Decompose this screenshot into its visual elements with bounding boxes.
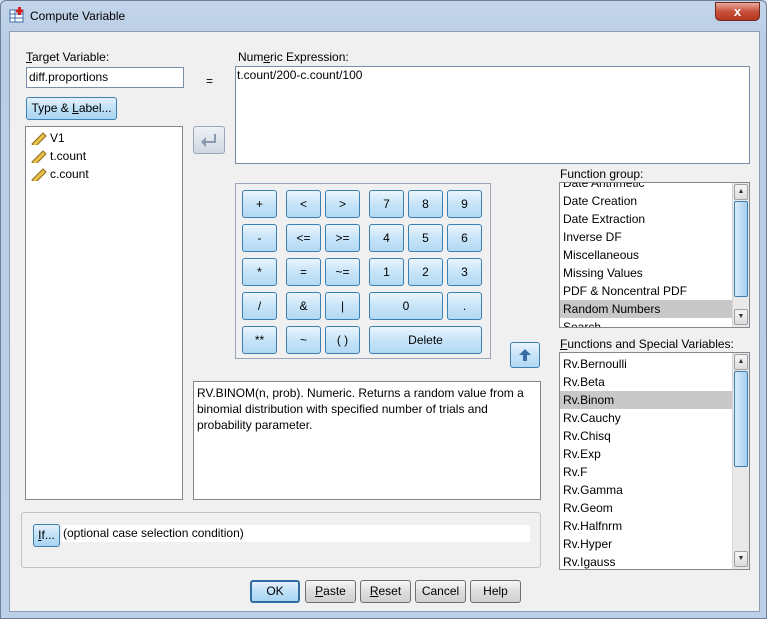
cancel-button[interactable]: Cancel bbox=[415, 580, 466, 603]
list-item[interactable]: Rv.Cauchy bbox=[560, 409, 732, 427]
scroll-thumb[interactable] bbox=[734, 371, 748, 467]
functions-list[interactable]: Rv.Bernoulli Rv.Beta Rv.Binom Rv.Cauchy … bbox=[559, 352, 750, 570]
variable-item[interactable]: t.count bbox=[26, 147, 182, 165]
key-equal[interactable]: = bbox=[286, 258, 321, 286]
target-variable-input[interactable]: diff.proportions bbox=[26, 67, 184, 88]
target-variable-label: Target Variable: bbox=[26, 50, 110, 64]
key-not[interactable]: ~ bbox=[286, 326, 321, 354]
title-bar: Compute Variable x bbox=[1, 1, 766, 29]
functions-scrollbar[interactable]: ▲ ▼ bbox=[732, 353, 749, 569]
variable-item[interactable]: V1 bbox=[26, 129, 182, 147]
key-power[interactable]: ** bbox=[242, 326, 277, 354]
key-8[interactable]: 8 bbox=[408, 190, 443, 218]
variable-item[interactable]: c.count bbox=[26, 165, 182, 183]
key-0[interactable]: 0 bbox=[369, 292, 443, 320]
function-group-list[interactable]: Date Arithmetic Date Creation Date Extra… bbox=[559, 182, 750, 328]
list-item[interactable]: Rv.Beta bbox=[560, 373, 732, 391]
compute-variable-dialog: Compute Variable x Target Variable: diff… bbox=[0, 0, 767, 619]
key-not-equal[interactable]: ~= bbox=[325, 258, 360, 286]
window-title: Compute Variable bbox=[30, 9, 126, 23]
list-item-selected[interactable]: Rv.Binom bbox=[560, 391, 732, 409]
key-greater-equal[interactable]: >= bbox=[325, 224, 360, 252]
key-9[interactable]: 9 bbox=[447, 190, 482, 218]
key-2[interactable]: 2 bbox=[408, 258, 443, 286]
list-item[interactable]: Rv.Hyper bbox=[560, 535, 732, 553]
list-item[interactable]: Rv.Halfnrm bbox=[560, 517, 732, 535]
scale-variable-icon bbox=[31, 168, 47, 181]
key-minus[interactable]: - bbox=[242, 224, 277, 252]
case-selection-condition: (optional case selection condition) bbox=[62, 525, 530, 542]
key-divide[interactable]: / bbox=[242, 292, 277, 320]
reset-button[interactable]: Reset bbox=[360, 580, 411, 603]
scroll-down-icon[interactable]: ▼ bbox=[734, 309, 748, 325]
move-variable-to-expression-button[interactable] bbox=[193, 126, 225, 154]
up-arrow-icon bbox=[519, 349, 531, 361]
list-item[interactable]: Rv.Gamma bbox=[560, 481, 732, 499]
key-3[interactable]: 3 bbox=[447, 258, 482, 286]
list-item[interactable]: Date Arithmetic bbox=[560, 183, 732, 192]
scale-variable-icon bbox=[31, 132, 47, 145]
list-item-selected[interactable]: Random Numbers bbox=[560, 300, 732, 318]
list-item[interactable]: Inverse DF bbox=[560, 228, 732, 246]
key-1[interactable]: 1 bbox=[369, 258, 404, 286]
list-item[interactable]: Date Creation bbox=[560, 192, 732, 210]
function-description: RV.BINOM(n, prob). Numeric. Returns a ra… bbox=[193, 381, 541, 500]
ok-button[interactable]: OK bbox=[250, 580, 300, 603]
scroll-thumb[interactable] bbox=[734, 201, 748, 297]
key-less-than[interactable]: < bbox=[286, 190, 321, 218]
key-plus[interactable]: + bbox=[242, 190, 277, 218]
list-item[interactable]: Rv.Exp bbox=[560, 445, 732, 463]
list-item[interactable]: PDF & Noncentral PDF bbox=[560, 282, 732, 300]
list-item[interactable]: Date Extraction bbox=[560, 210, 732, 228]
list-item[interactable]: Rv.Bernoulli bbox=[560, 355, 732, 373]
function-group-scrollbar[interactable]: ▲ ▼ bbox=[732, 183, 749, 327]
functions-label: Functions and Special Variables: bbox=[560, 337, 734, 351]
variable-list[interactable]: V1 t.count c.count bbox=[25, 126, 183, 500]
key-7[interactable]: 7 bbox=[369, 190, 404, 218]
equals-sign: = bbox=[206, 74, 214, 88]
list-item[interactable]: Rv.Chisq bbox=[560, 427, 732, 445]
scroll-down-icon[interactable]: ▼ bbox=[734, 551, 748, 567]
case-selection-group: If... (optional case selection condition… bbox=[21, 512, 541, 568]
key-or[interactable]: | bbox=[325, 292, 360, 320]
list-item[interactable]: Missing Values bbox=[560, 264, 732, 282]
key-multiply[interactable]: * bbox=[242, 258, 277, 286]
key-4[interactable]: 4 bbox=[369, 224, 404, 252]
close-button[interactable]: x bbox=[715, 2, 760, 21]
paste-button[interactable]: Paste bbox=[305, 580, 356, 603]
key-6[interactable]: 6 bbox=[447, 224, 482, 252]
if-button[interactable]: If... bbox=[33, 524, 60, 547]
spss-app-icon bbox=[9, 7, 24, 23]
key-5[interactable]: 5 bbox=[408, 224, 443, 252]
return-arrow-icon bbox=[201, 134, 216, 147]
list-item[interactable]: Miscellaneous bbox=[560, 246, 732, 264]
list-item[interactable]: Rv.F bbox=[560, 463, 732, 481]
key-and[interactable]: & bbox=[286, 292, 321, 320]
key-decimal[interactable]: . bbox=[447, 292, 482, 320]
move-function-up-button[interactable] bbox=[510, 342, 540, 368]
key-delete[interactable]: Delete bbox=[369, 326, 482, 354]
scroll-up-icon[interactable]: ▲ bbox=[734, 354, 748, 370]
help-button[interactable]: Help bbox=[470, 580, 521, 603]
list-item[interactable]: Rv.Geom bbox=[560, 499, 732, 517]
key-less-equal[interactable]: <= bbox=[286, 224, 321, 252]
scroll-up-icon[interactable]: ▲ bbox=[734, 184, 748, 200]
dialog-client-area: Target Variable: diff.proportions = Type… bbox=[9, 31, 760, 612]
calculator-keypad: + < > 7 8 9 - <= >= 4 5 6 * = ~= 1 2 3 /… bbox=[235, 183, 491, 359]
list-item[interactable]: Rv.Igauss bbox=[560, 553, 732, 569]
scale-variable-icon bbox=[31, 150, 47, 163]
function-group-label: Function group: bbox=[560, 167, 644, 181]
type-label-button[interactable]: Type & Label... bbox=[26, 97, 117, 120]
numeric-expression-label: Numeric Expression: bbox=[238, 50, 349, 64]
numeric-expression-textarea[interactable]: t.count/200-c.count/100 bbox=[235, 66, 750, 164]
key-parentheses[interactable]: ( ) bbox=[325, 326, 360, 354]
list-item[interactable]: Search bbox=[560, 318, 732, 327]
key-greater-than[interactable]: > bbox=[325, 190, 360, 218]
